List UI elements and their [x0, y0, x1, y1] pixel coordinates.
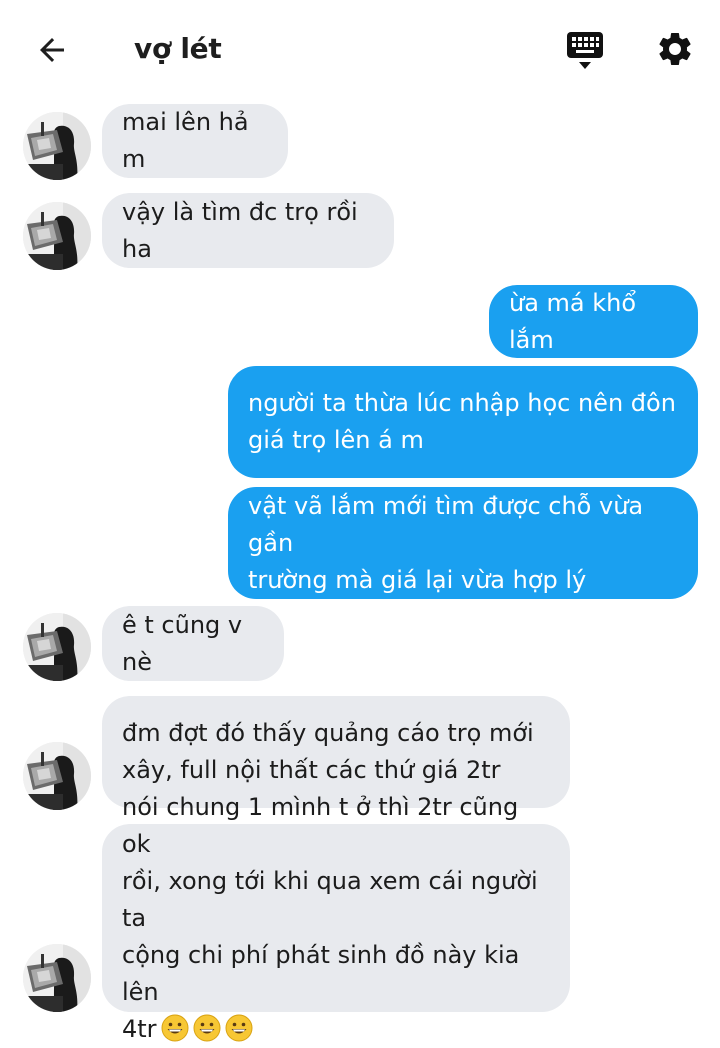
outgoing-message[interactable]: vật vã lắm mới tìm được chỗ vừa gần trườ…: [228, 487, 698, 599]
contact-avatar[interactable]: [23, 112, 91, 180]
grinning-face-emoji: [225, 1014, 253, 1041]
grinning-face-emoji: [193, 1014, 221, 1041]
message-text: người ta thừa lúc nhập học nên đôn giá t…: [248, 389, 676, 454]
arrow-left-icon: [40, 38, 64, 62]
chat-header: vợ lét: [0, 0, 720, 100]
contact-avatar[interactable]: [23, 202, 91, 270]
avatar-photo: [23, 742, 91, 810]
grinning-face-emoji: [161, 1014, 189, 1041]
gear-icon: [659, 32, 691, 65]
contact-avatar[interactable]: [23, 613, 91, 681]
avatar-photo: [23, 202, 91, 270]
message-text: đm đợt đó thấy quảng cáo trọ mới xây, fu…: [122, 719, 534, 784]
back-button[interactable]: [30, 28, 74, 72]
outgoing-message[interactable]: ừa má khổ lắm: [489, 285, 698, 358]
avatar-photo: [23, 112, 91, 180]
message-text-wrap: nói chung 1 mình t ở thì 2tr cũng ok rồi…: [122, 789, 550, 1048]
incoming-message[interactable]: nói chung 1 mình t ở thì 2tr cũng ok rồi…: [102, 793, 570, 1043]
contact-avatar[interactable]: [23, 742, 91, 810]
message-text: mai lên hả m: [122, 108, 249, 173]
incoming-message[interactable]: ê t cũng v nè: [102, 606, 284, 681]
keyboard-icon: [567, 32, 603, 69]
message-text: nói chung 1 mình t ở thì 2tr cũng ok rồi…: [122, 792, 538, 1043]
message-text: vậy là tìm đc trọ rồi ha: [122, 197, 358, 263]
message-text: vật vã lắm mới tìm được chỗ vừa gần trườ…: [248, 491, 644, 594]
message-text: ừa má khổ lắm: [509, 288, 637, 354]
conversation-title: vợ lét: [134, 32, 222, 65]
keyboard-button[interactable]: [562, 28, 608, 74]
contact-avatar[interactable]: [23, 944, 91, 1012]
avatar-photo: [23, 613, 91, 681]
settings-button[interactable]: [652, 26, 698, 72]
incoming-message[interactable]: mai lên hả m: [102, 104, 288, 178]
avatar-photo: [23, 944, 91, 1012]
message-text: ê t cũng v nè: [122, 610, 243, 676]
outgoing-message[interactable]: người ta thừa lúc nhập học nên đôn giá t…: [228, 366, 698, 478]
incoming-message[interactable]: vậy là tìm đc trọ rồi ha: [102, 193, 394, 268]
